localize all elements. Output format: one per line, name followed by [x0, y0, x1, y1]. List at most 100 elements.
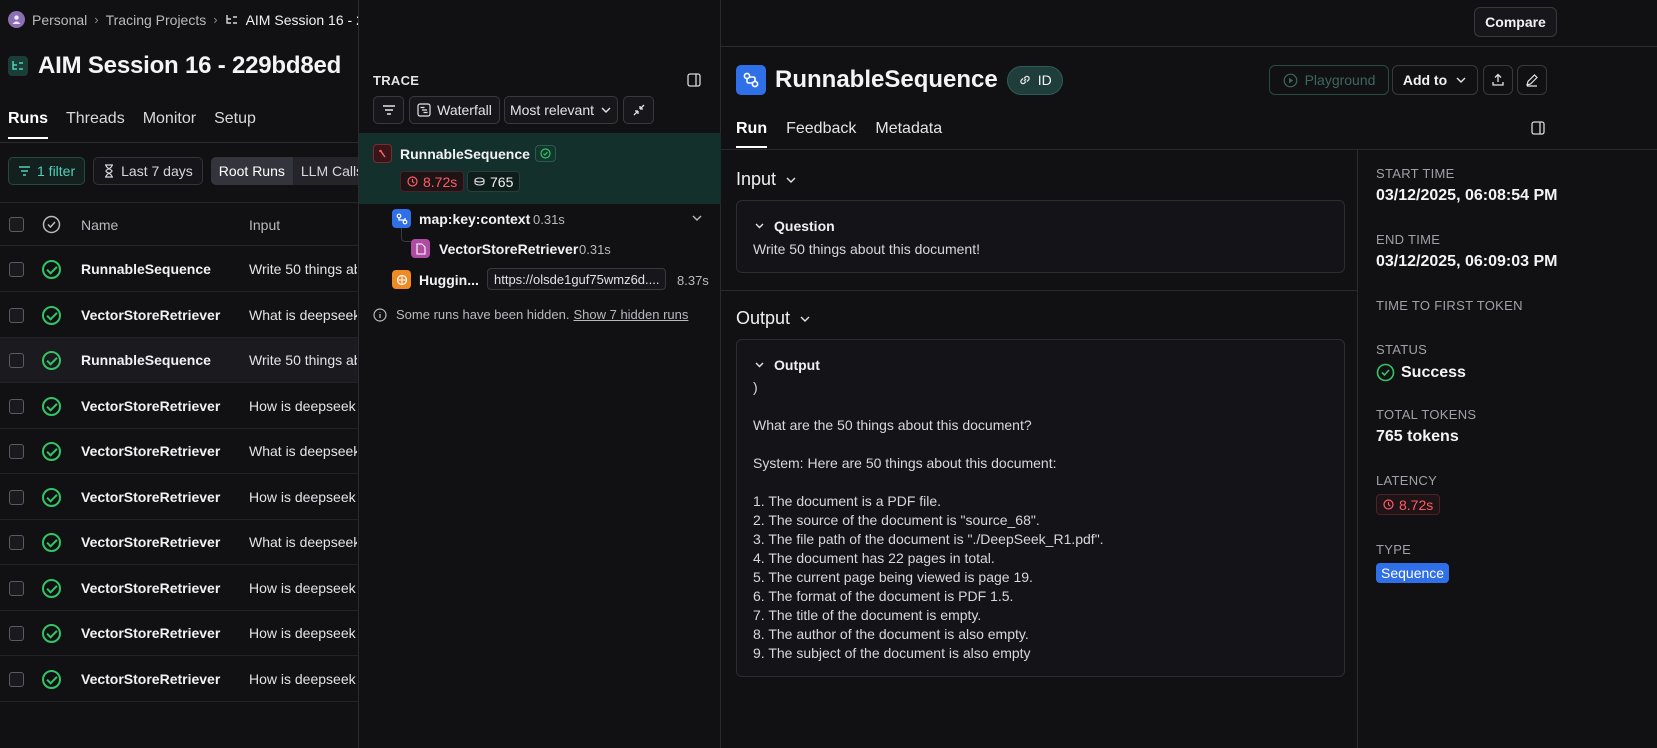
- breadcrumb-current[interactable]: AIM Session 16 - 22: [246, 12, 358, 28]
- success-icon: [42, 397, 61, 416]
- success-icon: [42, 442, 61, 461]
- run-title-group: RunnableSequence ID: [736, 65, 1063, 95]
- clock-icon: [1383, 499, 1394, 510]
- llm-calls-option[interactable]: LLM Calls: [293, 157, 358, 185]
- table-row[interactable]: RunnableSequence Write 50 things ab: [0, 247, 358, 292]
- trace-node-map[interactable]: map:key:context 0.31s: [359, 206, 721, 232]
- avatar[interactable]: [8, 11, 25, 28]
- table-row[interactable]: VectorStoreRetriever How is deepseek: [0, 384, 358, 429]
- input-section-label: Input: [736, 169, 777, 189]
- share-button[interactable]: [1483, 65, 1513, 95]
- tab-threads[interactable]: Threads: [66, 110, 125, 139]
- table-row[interactable]: VectorStoreRetriever How is deepseek: [0, 566, 358, 611]
- copy-id-button[interactable]: ID: [1006, 65, 1063, 95]
- trace-node-latency: 0.31s: [533, 212, 565, 227]
- output-line: 1. The document is a PDF file.: [753, 493, 942, 509]
- divider: [0, 142, 358, 143]
- tab-run[interactable]: Run: [736, 120, 768, 148]
- chevron-down-icon[interactable]: [691, 214, 703, 224]
- row-input: How is deepseek: [249, 398, 356, 414]
- breadcrumb-tracing-projects[interactable]: Tracing Projects: [106, 12, 207, 28]
- output-section-label: Output: [736, 308, 791, 328]
- hidden-runs-text: Some runs have been hidden.: [396, 307, 570, 322]
- trace-node-name: Huggin...: [419, 272, 479, 288]
- column-header-name[interactable]: Name: [81, 217, 118, 233]
- tab-feedback[interactable]: Feedback: [786, 120, 856, 148]
- compare-button[interactable]: Compare: [1474, 7, 1557, 37]
- row-name: VectorStoreRetriever: [81, 534, 221, 550]
- endpoint-url[interactable]: https://olsde1guf75wmz6d....: [487, 268, 667, 290]
- input-section-toggle[interactable]: Input: [736, 169, 797, 190]
- table-row[interactable]: VectorStoreRetriever How is deepseek: [0, 475, 358, 520]
- tab-metadata[interactable]: Metadata: [875, 120, 942, 148]
- row-checkbox[interactable]: [9, 672, 24, 687]
- table-row[interactable]: VectorStoreRetriever How is deepseek: [0, 611, 358, 656]
- playground-button[interactable]: Playground: [1269, 65, 1389, 95]
- project-icon: [8, 56, 28, 76]
- filter-button[interactable]: 1 filter: [8, 157, 86, 185]
- row-checkbox[interactable]: [9, 581, 24, 596]
- collapse-button[interactable]: [623, 96, 654, 124]
- row-checkbox[interactable]: [9, 399, 24, 414]
- trace-node-root[interactable]: RunnableSequence 8.72s 765: [359, 133, 721, 204]
- hidden-runs-note: Some runs have been hidden. Show 7 hidde…: [373, 307, 688, 322]
- breadcrumb-personal[interactable]: Personal: [32, 12, 87, 28]
- token-badge: 765: [467, 171, 521, 192]
- output-section-toggle[interactable]: Output: [736, 308, 811, 329]
- column-header-input[interactable]: Input: [249, 217, 280, 233]
- divider: [1357, 150, 1358, 748]
- sequence-icon: [736, 65, 766, 95]
- clock-icon: [407, 176, 418, 187]
- table-row[interactable]: VectorStoreRetriever How is deepseek: [0, 657, 358, 702]
- table-row[interactable]: VectorStoreRetriever What is deepseek: [0, 293, 358, 338]
- status-text: Success: [1401, 363, 1466, 381]
- row-checkbox[interactable]: [9, 535, 24, 550]
- start-time-value: 03/12/2025, 06:08:54 PM: [1376, 187, 1558, 204]
- sidebar-toggle-icon[interactable]: [1531, 121, 1545, 135]
- trace-node-huggingface[interactable]: Huggin... https://olsde1guf75wmz6d.... 8…: [359, 266, 721, 294]
- trace-node-name: map:key:context: [419, 211, 531, 227]
- filter-icon: [382, 104, 396, 116]
- waterfall-button[interactable]: Waterfall: [409, 96, 500, 124]
- output-toggle[interactable]: Output: [754, 357, 820, 373]
- hourglass-icon: [103, 164, 115, 178]
- output-line: ): [753, 379, 758, 395]
- sidebar-toggle-icon[interactable]: [687, 73, 701, 87]
- filter-label: 1 filter: [37, 163, 76, 179]
- table-row[interactable]: VectorStoreRetriever What is deepseek: [0, 429, 358, 474]
- table-header: Name Input: [0, 202, 358, 246]
- question-toggle[interactable]: Question: [754, 218, 835, 234]
- row-checkbox[interactable]: [9, 626, 24, 641]
- table-row[interactable]: RunnableSequence Write 50 things ab: [0, 338, 358, 383]
- row-checkbox[interactable]: [9, 444, 24, 459]
- tab-runs[interactable]: Runs: [8, 110, 48, 139]
- row-checkbox[interactable]: [9, 262, 24, 277]
- row-name: VectorStoreRetriever: [81, 625, 221, 641]
- divider: [721, 149, 1657, 150]
- status-column-icon: [42, 215, 61, 234]
- show-hidden-runs-link[interactable]: Show 7 hidden runs: [573, 307, 688, 322]
- edit-button[interactable]: [1517, 65, 1547, 95]
- trace-filter-button[interactable]: [373, 96, 404, 124]
- output-line: 9. The subject of the document is also e…: [753, 645, 1031, 661]
- trace-node-retriever[interactable]: VectorStoreRetriever 0.31s: [359, 236, 721, 262]
- row-checkbox[interactable]: [9, 353, 24, 368]
- row-checkbox[interactable]: [9, 308, 24, 323]
- select-all-checkbox[interactable]: [9, 217, 24, 232]
- latency-value: 8.72s: [1399, 496, 1434, 513]
- root-runs-option[interactable]: Root Runs: [210, 157, 293, 185]
- row-input: How is deepseek: [249, 625, 356, 641]
- chevron-down-icon: [1455, 75, 1467, 85]
- add-to-button[interactable]: Add to: [1392, 65, 1478, 95]
- tab-monitor[interactable]: Monitor: [143, 110, 196, 139]
- date-range-button[interactable]: Last 7 days: [93, 157, 203, 185]
- row-name: RunnableSequence: [81, 261, 211, 277]
- run-type-toggle: Root Runs LLM Calls: [210, 157, 358, 185]
- row-checkbox[interactable]: [9, 490, 24, 505]
- start-time-label: START TIME: [1376, 166, 1455, 181]
- end-time-label: END TIME: [1376, 232, 1441, 247]
- table-row[interactable]: VectorStoreRetriever What is deepseek: [0, 520, 358, 565]
- sort-select[interactable]: Most relevant: [504, 96, 618, 124]
- tab-setup[interactable]: Setup: [214, 110, 256, 139]
